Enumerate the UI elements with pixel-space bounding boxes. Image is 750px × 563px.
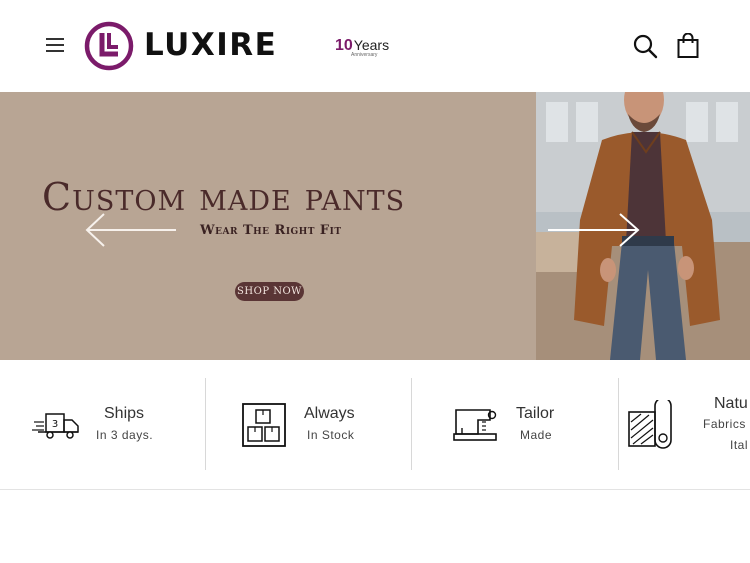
slider-prev-arrow-icon[interactable]: [84, 210, 178, 250]
anniversary-badge: 10Years Anniversary: [335, 37, 390, 58]
hamburger-menu-icon[interactable]: [44, 34, 68, 56]
feature-subtitle: In Stock: [307, 428, 355, 442]
anniversary-word: Years: [353, 37, 390, 53]
brand-logo[interactable]: LUXIRE 10Years Anniversary: [84, 21, 404, 71]
luxire-logo-mark-icon: [84, 21, 134, 71]
truck-icon: 3: [32, 413, 79, 439]
slider-next-arrow-icon[interactable]: [546, 210, 642, 250]
feature-tailor-made: Tailor Made: [412, 360, 618, 490]
feature-subtitle: In 3 days.: [96, 428, 154, 442]
site-header: LUXIRE 10Years Anniversary: [0, 0, 750, 92]
sewing-machine-icon: [453, 409, 497, 441]
feature-title: Always: [304, 405, 355, 422]
brand-wordmark: LUXIRE: [144, 27, 278, 63]
hero-banner: Custom made pants Wear The Right Fit SHO…: [0, 92, 750, 360]
shop-now-button[interactable]: SHOP NOW: [235, 282, 304, 301]
feature-ships: 3 Ships In 3 days.: [0, 360, 205, 490]
truck-badge: 3: [52, 419, 58, 430]
feature-title: Natu: [714, 395, 748, 412]
fabric-roll-icon: [628, 400, 672, 449]
features-strip: 3 Ships In 3 days. Always In Stock Tailo…: [0, 360, 750, 490]
boxes-icon: [242, 403, 286, 447]
anniversary-small-text: Anniversary: [351, 52, 378, 58]
feature-subtitle: Fabrics: [703, 417, 746, 431]
search-icon[interactable]: [632, 33, 658, 59]
hero-subtitle: Wear The Right Fit: [200, 223, 342, 238]
feature-subtitle: Made: [520, 428, 553, 442]
feature-title: Tailor: [516, 405, 555, 422]
feature-natural-fabrics: Natu Fabrics Ital: [619, 360, 750, 490]
shopping-bag-icon[interactable]: [676, 32, 700, 59]
feature-always-in-stock: Always In Stock: [206, 360, 411, 490]
feature-subtitle-line2: Ital: [730, 438, 749, 452]
feature-title: Ships: [104, 405, 145, 422]
